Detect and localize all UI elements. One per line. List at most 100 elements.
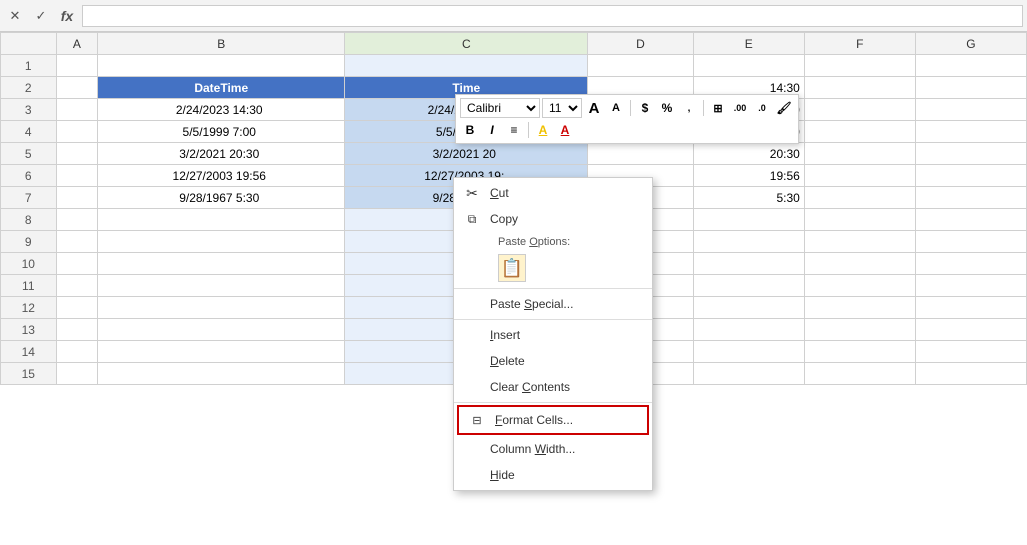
italic-button[interactable]: I bbox=[482, 120, 502, 140]
col-header-a[interactable]: A bbox=[56, 33, 98, 55]
cell-a5[interactable] bbox=[56, 143, 98, 165]
cell-a3[interactable] bbox=[56, 99, 98, 121]
table-row: 5 3/2/2021 20:30 3/2/2021 20 20:30 bbox=[1, 143, 1027, 165]
cell-f3[interactable] bbox=[804, 99, 915, 121]
cell-a4[interactable] bbox=[56, 121, 98, 143]
toolbar-row-2: B I ≡ A A bbox=[460, 120, 794, 140]
context-menu-format-cells-wrapper: ⊟ Format Cells... bbox=[457, 405, 649, 435]
cell-c5[interactable]: 3/2/2021 20 bbox=[345, 143, 588, 165]
context-menu: ✂ Cut ⧉ Copy Paste Options: 📋 Paste Spec… bbox=[453, 177, 653, 491]
cell-a7[interactable] bbox=[56, 187, 98, 209]
menu-separator-3 bbox=[454, 402, 652, 403]
cut-icon: ✂ bbox=[462, 185, 482, 202]
delete-label: Delete bbox=[490, 354, 525, 368]
context-menu-delete[interactable]: Delete bbox=[454, 348, 652, 374]
highlight-color-button[interactable]: A bbox=[533, 120, 553, 140]
paste-icon-1[interactable]: 📋 bbox=[498, 254, 526, 282]
context-menu-hide[interactable]: Hide bbox=[454, 462, 652, 488]
cell-a1[interactable] bbox=[56, 55, 98, 77]
cell-e7[interactable]: 5:30 bbox=[693, 187, 804, 209]
cell-b5[interactable]: 3/2/2021 20:30 bbox=[98, 143, 345, 165]
format-cells-icon: ⊟ bbox=[467, 414, 487, 427]
context-menu-paste-special[interactable]: Paste Special... bbox=[454, 291, 652, 317]
cut-label: Cut bbox=[490, 186, 509, 200]
confirm-button[interactable]: ✓ bbox=[30, 5, 52, 27]
function-button[interactable]: fx bbox=[56, 5, 78, 27]
cell-b2[interactable]: DateTime bbox=[98, 77, 345, 99]
insert-label: Insert bbox=[490, 328, 520, 342]
cell-b3[interactable]: 2/24/2023 14:30 bbox=[98, 99, 345, 121]
font-color-button[interactable]: A bbox=[555, 120, 575, 140]
cell-g4[interactable] bbox=[915, 121, 1026, 143]
cell-f6[interactable] bbox=[804, 165, 915, 187]
comma-button[interactable]: , bbox=[679, 98, 699, 118]
cell-f2[interactable] bbox=[804, 77, 915, 99]
cell-g1[interactable] bbox=[915, 55, 1026, 77]
paste-options-header: Paste Options: bbox=[462, 234, 652, 250]
decrease-decimal-button[interactable]: .0 bbox=[752, 98, 772, 118]
col-header-e[interactable]: E bbox=[693, 33, 804, 55]
paint-format-button[interactable]: 🖌 bbox=[774, 98, 794, 118]
cell-g3[interactable] bbox=[915, 99, 1026, 121]
cell-f5[interactable] bbox=[804, 143, 915, 165]
cell-b7[interactable]: 9/28/1967 5:30 bbox=[98, 187, 345, 209]
context-menu-insert[interactable]: Insert bbox=[454, 322, 652, 348]
separator-1 bbox=[630, 100, 631, 116]
cancel-button[interactable]: ✕ bbox=[4, 5, 26, 27]
toolbar-row-1: Calibri 11 A A $ % , ⊞ .00 .0 🖌 bbox=[460, 98, 794, 118]
col-header-d[interactable]: D bbox=[588, 33, 694, 55]
cell-d1[interactable] bbox=[588, 55, 694, 77]
cell-f7[interactable] bbox=[804, 187, 915, 209]
cell-f1[interactable] bbox=[804, 55, 915, 77]
cell-b4[interactable]: 5/5/1999 7:00 bbox=[98, 121, 345, 143]
clear-label: Clear Contents bbox=[490, 380, 570, 394]
font-family-select[interactable]: Calibri bbox=[460, 98, 540, 118]
increase-font-button[interactable]: A bbox=[584, 98, 604, 118]
paste-options-section: Paste Options: 📋 bbox=[454, 232, 652, 286]
cell-g2[interactable] bbox=[915, 77, 1026, 99]
font-size-select[interactable]: 11 bbox=[542, 98, 582, 118]
row-num: 5 bbox=[1, 143, 57, 165]
row-num: 7 bbox=[1, 187, 57, 209]
borders-button[interactable]: ⊞ bbox=[708, 98, 728, 118]
cell-g6[interactable] bbox=[915, 165, 1026, 187]
corner-cell bbox=[1, 33, 57, 55]
mini-formatting-toolbar: Calibri 11 A A $ % , ⊞ .00 .0 🖌 B I ≡ A … bbox=[455, 94, 799, 144]
cell-e5[interactable]: 20:30 bbox=[693, 143, 804, 165]
currency-button[interactable]: $ bbox=[635, 98, 655, 118]
cell-a2[interactable] bbox=[56, 77, 98, 99]
cell-b1[interactable] bbox=[98, 55, 345, 77]
align-button[interactable]: ≡ bbox=[504, 120, 524, 140]
cell-e1[interactable] bbox=[693, 55, 804, 77]
col-header-f[interactable]: F bbox=[804, 33, 915, 55]
col-header-b[interactable]: B bbox=[98, 33, 345, 55]
bold-button[interactable]: B bbox=[460, 120, 480, 140]
menu-separator-2 bbox=[454, 319, 652, 320]
context-menu-copy[interactable]: ⧉ Copy bbox=[454, 206, 652, 232]
row-num: 4 bbox=[1, 121, 57, 143]
row-num: 2 bbox=[1, 77, 57, 99]
increase-decimal-button[interactable]: .00 bbox=[730, 98, 750, 118]
hide-label: Hide bbox=[490, 468, 515, 482]
paste-special-label: Paste Special... bbox=[490, 297, 573, 311]
formula-input[interactable] bbox=[82, 5, 1023, 27]
cell-g5[interactable] bbox=[915, 143, 1026, 165]
cell-a6[interactable] bbox=[56, 165, 98, 187]
cell-b6[interactable]: 12/27/2003 19:56 bbox=[98, 165, 345, 187]
decrease-font-button[interactable]: A bbox=[606, 98, 626, 118]
context-menu-format-cells[interactable]: ⊟ Format Cells... bbox=[459, 407, 647, 433]
context-menu-clear-contents[interactable]: Clear Contents bbox=[454, 374, 652, 400]
context-menu-column-width[interactable]: Column Width... bbox=[454, 436, 652, 462]
separator-3 bbox=[528, 122, 529, 138]
context-menu-cut[interactable]: ✂ Cut bbox=[454, 180, 652, 206]
percent-button[interactable]: % bbox=[657, 98, 677, 118]
col-header-c[interactable]: C bbox=[345, 33, 588, 55]
cell-e6[interactable]: 19:56 bbox=[693, 165, 804, 187]
cell-f4[interactable] bbox=[804, 121, 915, 143]
table-row: 1 bbox=[1, 55, 1027, 77]
col-header-g[interactable]: G bbox=[915, 33, 1026, 55]
cell-d5[interactable] bbox=[588, 143, 694, 165]
cell-g7[interactable] bbox=[915, 187, 1026, 209]
cell-c1[interactable] bbox=[345, 55, 588, 77]
column-width-label: Column Width... bbox=[490, 442, 575, 456]
